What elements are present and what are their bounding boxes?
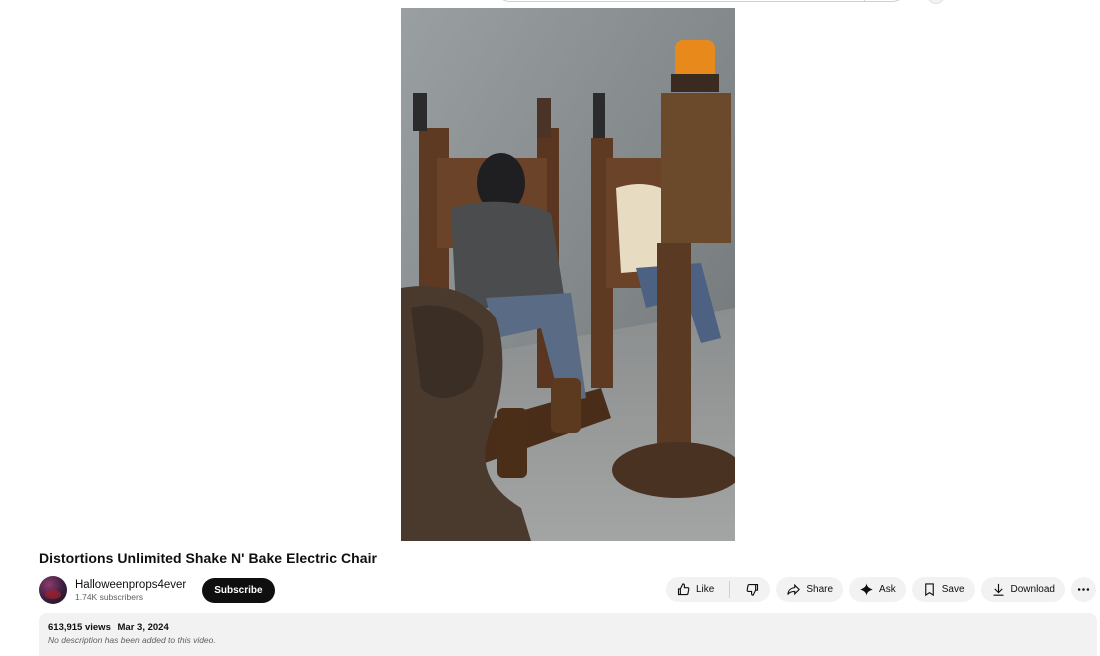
video-player[interactable] xyxy=(401,8,735,541)
share-label: Share xyxy=(806,584,834,595)
share-icon xyxy=(787,583,801,596)
channel-info: Halloweenprops4ever 1.74K subscribers xyxy=(75,578,186,603)
description-box[interactable]: 613,915 views Mar 3, 2024 No description… xyxy=(39,613,1097,656)
save-button[interactable]: Save xyxy=(911,577,975,602)
download-label: Download xyxy=(1010,584,1055,595)
video-frame xyxy=(401,8,735,541)
more-actions-button[interactable] xyxy=(1071,577,1096,602)
video-meta: 613,915 views Mar 3, 2024 xyxy=(48,621,1088,634)
bookmark-icon xyxy=(924,583,934,597)
search-divider xyxy=(864,0,865,2)
subscriber-count: 1.74K subscribers xyxy=(75,591,144,602)
channel-avatar[interactable] xyxy=(39,576,67,604)
view-count: 613,915 views xyxy=(48,622,111,633)
description-text: No description has been added to this vi… xyxy=(48,635,216,645)
save-label: Save xyxy=(941,584,965,595)
subscribe-button[interactable]: Subscribe xyxy=(202,577,275,603)
like-button[interactable]: Like xyxy=(666,577,724,602)
action-bar: Like Share Ask Save Download xyxy=(666,577,1096,602)
voice-search-button[interactable] xyxy=(927,0,945,4)
search-bar[interactable] xyxy=(494,0,908,2)
download-icon xyxy=(993,583,1004,596)
thumbs-down-icon xyxy=(746,583,759,596)
upload-date: Mar 3, 2024 xyxy=(117,622,169,633)
more-icon xyxy=(1077,588,1090,591)
thumbs-up-icon xyxy=(677,583,690,596)
channel-name[interactable]: Halloweenprops4ever xyxy=(75,578,186,592)
like-label: Like xyxy=(696,584,715,595)
video-title: Distortions Unlimited Shake N' Bake Elec… xyxy=(39,550,378,566)
ask-label: Ask xyxy=(879,584,896,595)
download-button[interactable]: Download xyxy=(980,577,1065,602)
like-separator xyxy=(729,581,731,598)
sparkle-icon xyxy=(860,583,873,596)
share-button[interactable]: Share xyxy=(776,577,844,602)
like-dislike-group: Like xyxy=(666,577,771,602)
ask-button[interactable]: Ask xyxy=(849,577,906,602)
dislike-button[interactable] xyxy=(735,577,770,602)
channel-owner: Halloweenprops4ever 1.74K subscribers Su… xyxy=(39,575,275,605)
